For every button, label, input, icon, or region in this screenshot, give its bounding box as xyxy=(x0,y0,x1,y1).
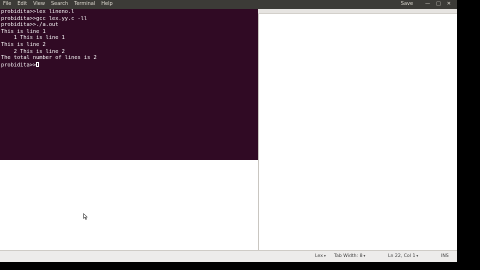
terminal-line: probidita>>gcc lex.yy.c -ll xyxy=(1,15,88,22)
terminal-window[interactable]: probidita>>lex lineno.l probidita>>gcc l… xyxy=(0,9,258,160)
editor-statusbar: Lex▾ Tab Width: 8▾ Ln 22, Col 1▾ INS xyxy=(0,250,457,262)
language-selector[interactable]: Lex▾ xyxy=(315,251,326,262)
menu-edit[interactable]: Edit xyxy=(17,0,27,9)
screen-border-bottom xyxy=(0,262,480,270)
close-icon[interactable]: ✕ xyxy=(447,0,451,9)
editor-text-area[interactable] xyxy=(258,14,457,250)
chevron-down-icon: ▾ xyxy=(363,254,366,258)
save-button[interactable]: Save xyxy=(401,0,413,9)
chevron-down-icon: ▾ xyxy=(323,254,326,258)
menu-terminal[interactable]: Terminal xyxy=(74,0,95,9)
terminal-line: This is line 1 xyxy=(1,28,46,35)
terminal-prompt: probidita>> xyxy=(1,62,37,69)
tab-width-label: Tab Width: 8 xyxy=(334,254,363,259)
restore-icon[interactable]: □ xyxy=(436,0,441,9)
screen: File Edit View Search Terminal Help Save… xyxy=(0,0,457,262)
terminal-line: 1 This is line 1 xyxy=(1,35,65,42)
terminal-line: The total number of lines is 2 xyxy=(1,55,97,62)
menu-search[interactable]: Search xyxy=(51,0,68,9)
mouse-pointer-icon xyxy=(83,213,88,220)
menu-view[interactable]: View xyxy=(33,0,45,9)
editor-headerbar: Save — □ ✕ xyxy=(258,0,457,9)
menu-help[interactable]: Help xyxy=(101,0,112,9)
terminal-line: probidita>>./a.out xyxy=(1,22,59,29)
terminal-cursor xyxy=(36,61,40,67)
terminal-line: probidita>>lex lineno.l xyxy=(1,9,75,15)
language-label: Lex xyxy=(315,254,323,259)
cursor-position-label: Ln 22, Col 1 xyxy=(388,254,416,259)
minimize-icon[interactable]: — xyxy=(425,0,430,9)
menu-file[interactable]: File xyxy=(3,0,11,9)
editor-text-area-left[interactable] xyxy=(0,160,258,250)
terminal-line: 2 This is line 2 xyxy=(1,48,65,55)
terminal-prompt-line[interactable]: probidita>> xyxy=(1,61,257,69)
tab-width-selector[interactable]: Tab Width: 8▾ xyxy=(334,251,365,262)
chevron-down-icon: ▾ xyxy=(416,254,419,258)
screen-border-right xyxy=(457,0,480,270)
insert-mode-indicator: INS xyxy=(441,254,449,259)
cursor-position-selector[interactable]: Ln 22, Col 1▾ xyxy=(388,251,418,262)
terminal-line: This is line 2 xyxy=(1,41,46,48)
